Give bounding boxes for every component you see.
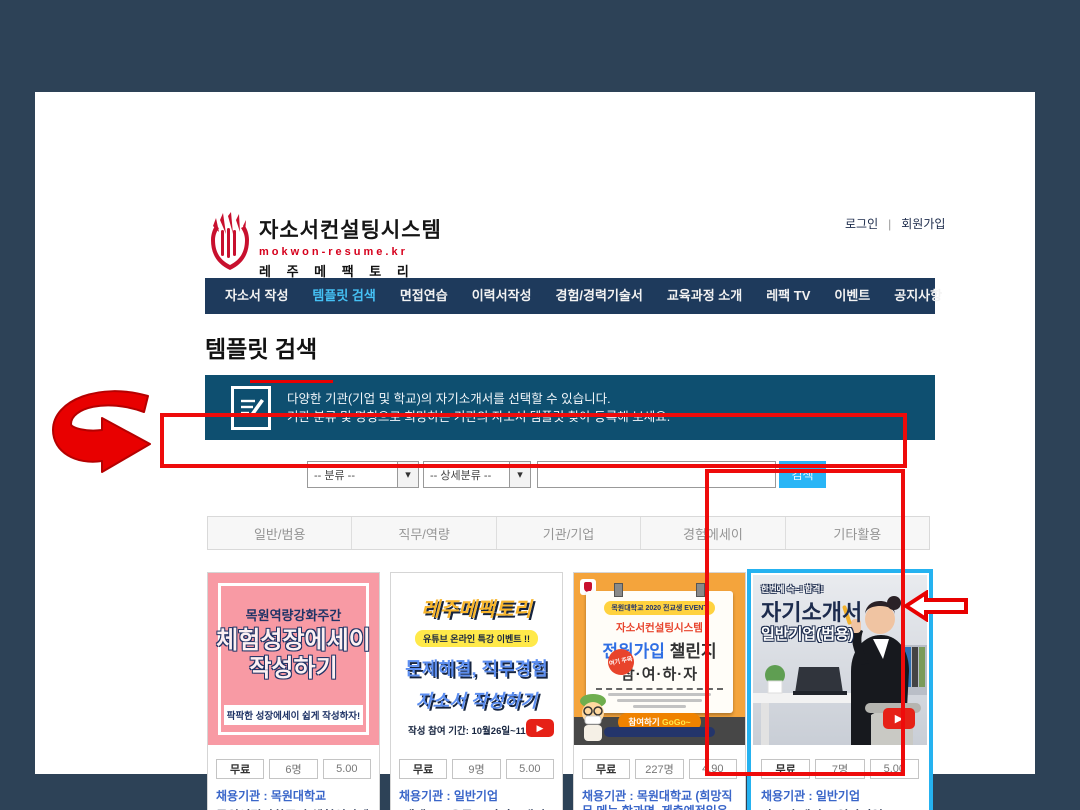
thumb-caption: 팍팍한 성장에세이 쉽게 작성하자! — [224, 705, 363, 725]
card-thumbnail[interactable]: 레주메팩토리 유튜브 온라인 특강 이벤트 !! 문제해결, 직무경험 자소서 … — [391, 573, 562, 745]
thumb-ribbon: 목원대학교 2020 전교생 EVENT — [604, 601, 714, 615]
annotation-line — [250, 380, 333, 383]
card-thumbnail[interactable]: 목원역량강화주간 체험성장에세이 작성하기 팍팍한 성장에세이 쉽게 작성하자! — [208, 573, 379, 745]
card-organization: 채용기관 : 목원대학교 — [216, 789, 371, 804]
login-link[interactable]: 로그인 — [845, 215, 878, 232]
user-count-badge: 6명 — [269, 759, 317, 779]
fine-print-line — [608, 693, 711, 696]
card-organization: 채용기관 : 목원대학교 (희망직무 메는 학과명, 제출예정일은 오늘로) — [582, 789, 737, 810]
nav-item-notice[interactable]: 공지사항 — [882, 278, 954, 314]
thumb-text: 목원역량강화주간 — [208, 605, 379, 624]
red-outline-arrow-icon — [903, 590, 969, 622]
dashed-divider — [596, 688, 723, 690]
page-title: 템플릿 검색 — [205, 330, 317, 364]
annotation-box-tabs — [160, 413, 907, 468]
nav-item-repack-tv[interactable]: 레팩 TV — [754, 278, 822, 314]
thumb-badge: 유튜브 온라인 특강 이벤트 !! — [415, 630, 538, 647]
tab-job-competency[interactable]: 직무/역량 — [352, 517, 496, 549]
annotation-box-card — [705, 469, 905, 776]
nav-item-experience[interactable]: 경험/경력기술서 — [544, 278, 655, 314]
price-badge: 무료 — [216, 759, 264, 779]
auth-divider: | — [888, 217, 891, 231]
main-navigation: 자소서 작성 템플릿 검색 면접연습 이력서작성 경험/경력기술서 교육과정 소… — [205, 278, 935, 314]
mokwon-university-logo-icon[interactable] — [207, 212, 253, 272]
card-organization: 채용기관 : 일반기업 — [399, 789, 554, 804]
window-background: 자소서컨설팅시스템 mokwon-resume.kr 레 주 메 팩 토 리 로… — [0, 0, 1080, 810]
nav-item-resume-write[interactable]: 자소서 작성 — [213, 278, 300, 314]
user-count-badge: 227명 — [635, 759, 683, 779]
paper-clip-icon — [614, 583, 623, 597]
price-badge: 무료 — [399, 759, 447, 779]
site-logo[interactable]: 자소서컨설팅시스템 mokwon-resume.kr 레 주 메 팩 토 리 — [259, 214, 442, 280]
user-count-badge: 9명 — [452, 759, 500, 779]
nav-item-cv-write[interactable]: 이력서작성 — [460, 278, 544, 314]
fine-print-line — [633, 705, 686, 708]
thumb-text: 체험성장에세이 작성하기 — [208, 627, 379, 683]
signup-link[interactable]: 회원가입 — [901, 215, 945, 232]
thumb-text: 자소서 작성하기 — [391, 687, 562, 713]
price-badge: 무료 — [582, 759, 630, 779]
nav-item-events[interactable]: 이벤트 — [822, 278, 882, 314]
logo-domain: mokwon-resume.kr — [259, 246, 442, 258]
tab-organization[interactable]: 기관/기업 — [497, 517, 641, 549]
tab-general[interactable]: 일반/범용 — [208, 517, 352, 549]
nav-item-courses[interactable]: 교육과정 소개 — [655, 278, 754, 314]
fine-print-line — [617, 699, 702, 702]
thumb-text: 레주메팩토리 — [391, 593, 562, 622]
card-organization: 채용기관 : 일반기업 — [761, 789, 919, 804]
template-card-youtube-live[interactable]: 레주메팩토리 유튜브 온라인 특강 이벤트 !! 문제해결, 직무경험 자소서 … — [390, 572, 563, 810]
red-curved-arrow-icon — [48, 388, 153, 473]
rating-badge: 5.00 — [506, 759, 554, 779]
card-stats: 무료 6명 5.00 — [216, 759, 371, 779]
footer-ribbon — [604, 727, 715, 737]
nav-item-template-search[interactable]: 템플릿 검색 — [300, 278, 387, 314]
nav-item-interview-practice[interactable]: 면접연습 — [388, 278, 460, 314]
logo-title: 자소서컨설팅시스템 — [259, 214, 442, 244]
thumb-text: 문제해결, 직무경험 — [391, 655, 562, 681]
paper-clip-icon — [696, 583, 705, 597]
template-card-growth-essay[interactable]: 목원역량강화주간 체험성장에세이 작성하기 팍팍한 성장에세이 쉽게 작성하자!… — [207, 572, 380, 810]
rating-badge: 5.00 — [323, 759, 371, 779]
auth-links: 로그인 | 회원가입 — [845, 215, 945, 232]
youtube-play-icon: ▶ — [526, 719, 554, 737]
card-stats: 무료 9명 5.00 — [399, 759, 554, 779]
banner-line-1: 다양한 기관(기업 및 학교)의 자기소개서를 선택할 수 있습니다. — [287, 390, 670, 408]
